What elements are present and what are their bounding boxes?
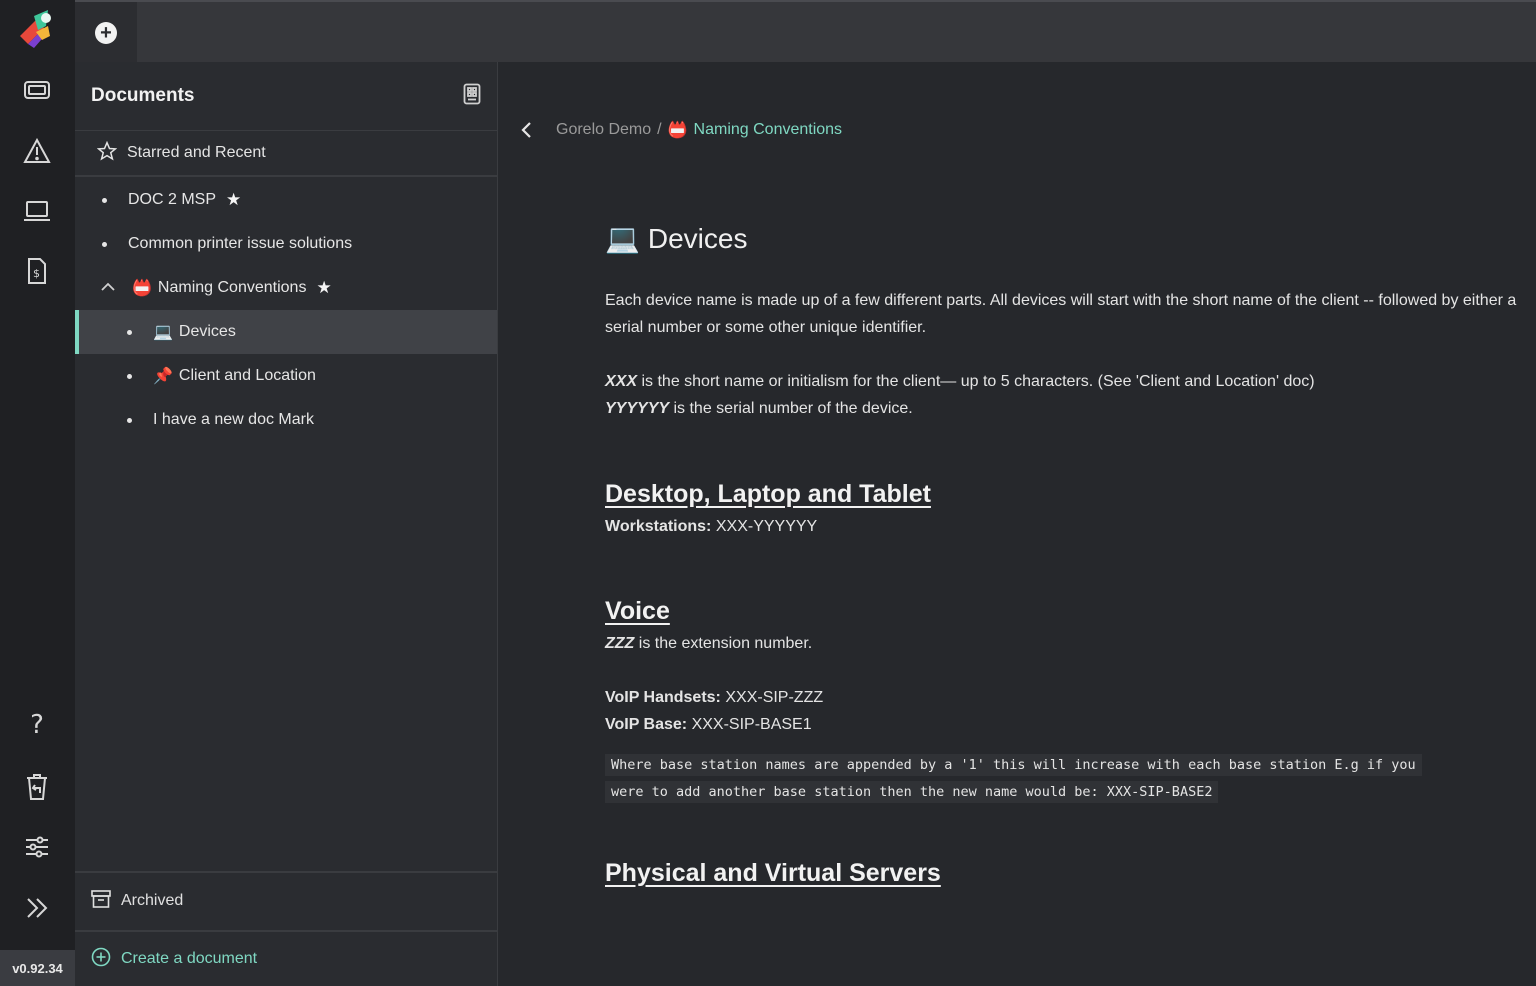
tree-item-naming-conventions[interactable]: 📛 Naming Conventions ★ — [75, 266, 497, 310]
xxx-description: is the short name or initialism for the … — [641, 373, 1315, 390]
new-tab-button[interactable]: + — [75, 2, 137, 64]
document-view: Gorelo Demo / 📛 Naming Conventions 💻 Dev… — [498, 62, 1536, 986]
workstations-line: Workstations: XXX-YYYYYY — [605, 513, 1530, 540]
plus-icon: + — [95, 22, 117, 44]
tree-item-label: I have a new doc Mark — [153, 411, 314, 428]
bullet — [127, 417, 132, 423]
zzz-definition: ZZZ is the extension number. — [605, 630, 1530, 657]
breadcrumb-separator: / — [657, 121, 662, 138]
bullet — [102, 197, 107, 203]
name-badge-emoji-icon: 📛 — [667, 122, 688, 139]
yyy-definition: YYYYYY is the serial number of the devic… — [605, 395, 1530, 422]
trash-restore-icon[interactable] — [19, 769, 55, 805]
tree-item-label: Devices — [178, 323, 236, 340]
archived-label: Archived — [121, 892, 184, 909]
alert-icon[interactable] — [19, 133, 55, 169]
app-logo-icon[interactable] — [14, 6, 60, 52]
tree-item-client-location[interactable]: 📌 Client and Location — [75, 354, 497, 398]
page-title-text: Devices — [647, 222, 748, 254]
code-line: were to add another base station then th… — [605, 781, 1219, 803]
invoice-icon[interactable]: $ — [19, 253, 55, 289]
workstations-value: XXX-YYYYYY — [715, 518, 818, 535]
tree-item-label: DOC 2 MSP — [128, 191, 217, 208]
back-chevron-icon[interactable] — [514, 118, 538, 142]
documents-sidebar: Documents Starred and Recent DOC 2 MSP ★… — [75, 62, 498, 986]
tree-item-doc-2-msp[interactable]: DOC 2 MSP ★ — [75, 178, 497, 222]
breadcrumb-parent[interactable]: Gorelo Demo — [556, 121, 651, 139]
yyy-description: is the serial number of the device. — [673, 400, 913, 417]
expand-icon[interactable] — [19, 890, 55, 926]
voip-handsets-value: XXX-SIP-ZZZ — [725, 689, 824, 706]
breadcrumb-current[interactable]: Naming Conventions — [694, 121, 843, 139]
breadcrumb: Gorelo Demo / 📛 Naming Conventions — [514, 118, 842, 142]
archived-link[interactable]: Archived — [75, 871, 497, 929]
tree-item-label: Naming Conventions — [157, 279, 307, 296]
starred-and-recent[interactable]: Starred and Recent — [75, 131, 497, 177]
chevron-up-icon[interactable] — [100, 279, 116, 297]
tree-item-new-doc[interactable]: I have a new doc Mark — [75, 398, 497, 442]
workstations-label: Workstations: — [605, 518, 712, 535]
help-icon[interactable]: ? — [19, 707, 55, 743]
tree-item-printer-solutions[interactable]: Common printer issue solutions — [75, 222, 497, 266]
app-rail: $ ? v0.92.34 — [0, 0, 75, 986]
section-heading-servers: Physical and Virtual Servers — [605, 859, 941, 887]
tree-item-label: Client and Location — [178, 367, 316, 384]
zzz-term: ZZZ — [605, 635, 635, 652]
voip-handsets-line: VoIP Handsets: XXX-SIP-ZZZ — [605, 684, 1530, 711]
section-heading-desktop: Desktop, Laptop and Tablet — [605, 480, 931, 508]
tab-bar: + — [75, 0, 1536, 64]
tickets-icon[interactable] — [19, 72, 55, 108]
app-version: v0.92.34 — [0, 950, 75, 986]
intro-paragraph: Each device name is made up of a few dif… — [605, 292, 1517, 336]
document-content: 💻 Devices Each device name is made up of… — [605, 222, 1530, 892]
collapse-panel-icon[interactable] — [463, 83, 481, 110]
voip-base-line: VoIP Base: XXX-SIP-BASE1 — [605, 711, 1530, 738]
page-title: 💻 Devices — [605, 222, 1530, 255]
laptop-emoji-icon: 💻 — [153, 324, 173, 341]
laptop-icon[interactable] — [19, 193, 55, 229]
code-block: Where base station names are appended by… — [605, 752, 1530, 806]
svg-text:$: $ — [33, 267, 40, 280]
bullet — [127, 373, 132, 379]
documents-title: Documents — [91, 85, 195, 106]
documents-header: Documents — [75, 62, 497, 131]
xxx-term: XXX — [605, 373, 638, 390]
xxx-definition: XXX is the short name or initialism for … — [605, 368, 1530, 395]
yyy-term: YYYYYY — [605, 400, 670, 417]
starred-label: Starred and Recent — [127, 144, 266, 161]
star-outline-icon — [96, 140, 118, 166]
pin-emoji-icon: 📌 — [153, 368, 173, 385]
star-filled-icon[interactable]: ★ — [316, 278, 331, 298]
star-filled-icon[interactable]: ★ — [226, 190, 241, 210]
laptop-emoji-icon: 💻 — [605, 223, 640, 254]
name-badge-emoji-icon: 📛 — [132, 280, 152, 297]
plus-circle-icon — [91, 947, 111, 972]
archive-box-icon — [91, 889, 111, 913]
tree-item-label: Common printer issue solutions — [128, 235, 353, 252]
voip-handsets-label: VoIP Handsets: — [605, 689, 721, 706]
voip-base-label: VoIP Base: — [605, 716, 688, 733]
zzz-description: is the extension number. — [638, 635, 813, 652]
create-document-label: Create a document — [121, 950, 258, 967]
bullet — [127, 329, 132, 335]
bullet — [102, 241, 107, 247]
create-document-button[interactable]: Create a document — [75, 930, 497, 986]
code-line: Where base station names are appended by… — [605, 754, 1422, 776]
section-heading-voice: Voice — [605, 597, 670, 625]
tree-item-devices[interactable]: 💻 Devices — [75, 310, 497, 354]
voip-base-value: XXX-SIP-BASE1 — [691, 716, 812, 733]
settings-sliders-icon[interactable] — [19, 829, 55, 865]
